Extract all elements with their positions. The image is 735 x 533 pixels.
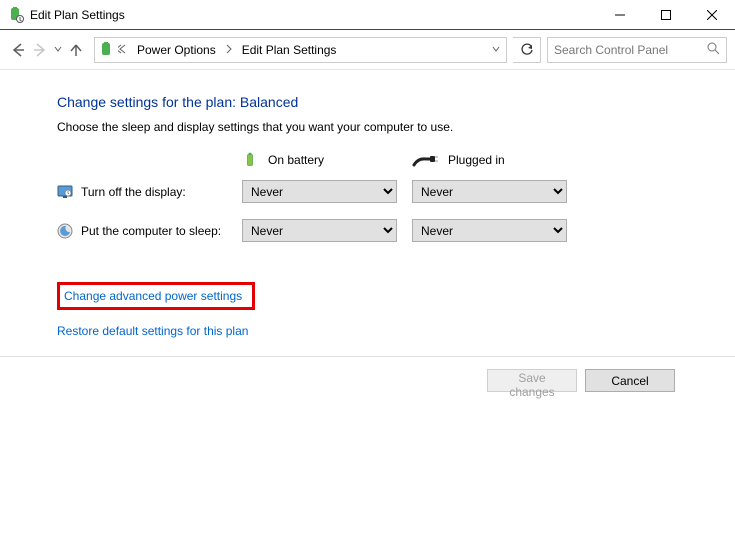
breadcrumb-power-options[interactable]: Power Options [131, 38, 222, 62]
recent-dropdown[interactable] [52, 45, 64, 55]
breadcrumb-edit-plan[interactable]: Edit Plan Settings [236, 38, 343, 62]
window-controls [597, 0, 735, 30]
minimize-icon [615, 10, 625, 20]
content-area: Change settings for the plan: Balanced C… [0, 70, 735, 338]
address-dropdown[interactable] [486, 45, 506, 55]
chevron-right-icon[interactable] [222, 44, 236, 56]
sleep-battery-select[interactable]: Never [242, 219, 397, 242]
back-button[interactable] [8, 40, 28, 60]
close-icon [707, 10, 717, 20]
column-battery-label: On battery [268, 153, 324, 167]
navbar: Power Options Edit Plan Settings Search … [0, 30, 735, 70]
minimize-button[interactable] [597, 0, 643, 30]
display-plugged-select[interactable]: Never [412, 180, 567, 203]
refresh-button[interactable] [513, 37, 541, 63]
address-bar[interactable]: Power Options Edit Plan Settings [94, 37, 507, 63]
columns-header: On battery Plugged in [57, 152, 735, 168]
sleep-icon [57, 223, 73, 239]
refresh-icon [520, 43, 534, 57]
back-arrow-icon [10, 42, 26, 58]
button-row: Save changes Cancel [0, 357, 735, 404]
page-subtext: Choose the sleep and display settings th… [57, 120, 735, 134]
advanced-settings-link[interactable]: Change advanced power settings [64, 289, 242, 303]
page-heading: Change settings for the plan: Balanced [57, 94, 735, 110]
forward-button[interactable] [30, 40, 50, 60]
titlebar: Edit Plan Settings [0, 0, 735, 30]
search-input[interactable]: Search Control Panel [547, 37, 727, 63]
battery-icon [242, 152, 258, 168]
maximize-icon [661, 10, 671, 20]
up-button[interactable] [66, 40, 86, 60]
sleep-label: Put the computer to sleep: [81, 224, 221, 238]
row-sleep: Put the computer to sleep: Never Never [57, 219, 735, 242]
search-icon [707, 42, 720, 58]
sleep-plugged-select[interactable]: Never [412, 219, 567, 242]
column-plugged-label: Plugged in [448, 153, 505, 167]
app-icon [8, 7, 24, 23]
save-button[interactable]: Save changes [487, 369, 577, 392]
display-icon [57, 184, 73, 200]
row-display: Turn off the display: Never Never [57, 180, 735, 203]
forward-arrow-icon [32, 42, 48, 58]
highlighted-link-box: Change advanced power settings [57, 282, 255, 310]
chevron-down-icon [54, 45, 62, 53]
restore-defaults-link[interactable]: Restore default settings for this plan [57, 324, 248, 338]
display-label: Turn off the display: [81, 185, 186, 199]
location-icon [99, 42, 115, 58]
window-title: Edit Plan Settings [30, 8, 125, 22]
chevron-down-icon [492, 45, 500, 53]
maximize-button[interactable] [643, 0, 689, 30]
display-battery-select[interactable]: Never [242, 180, 397, 203]
up-arrow-icon [68, 42, 84, 58]
close-button[interactable] [689, 0, 735, 30]
chevron-left-icon[interactable] [115, 44, 131, 56]
plug-icon [412, 152, 438, 168]
links-area: Change advanced power settings Restore d… [57, 282, 735, 338]
cancel-button[interactable]: Cancel [585, 369, 675, 392]
search-placeholder: Search Control Panel [554, 43, 668, 57]
